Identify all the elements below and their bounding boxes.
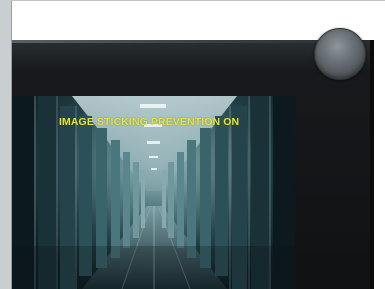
monitor-screen: IMAGE STICKING PREVENTION ON (12, 96, 295, 289)
monitor-control-knob-icon[interactable] (314, 28, 366, 80)
illustration-frame: IMAGE STICKING PREVENTION ON (0, 0, 385, 289)
osd-message: IMAGE STICKING PREVENTION ON (59, 116, 240, 128)
left-edge-strip (0, 0, 11, 289)
frame-border-top (11, 0, 385, 1)
